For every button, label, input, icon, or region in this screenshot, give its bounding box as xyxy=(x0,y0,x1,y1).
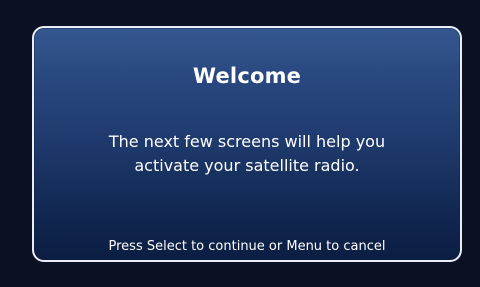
message-line-2: activate your satellite radio. xyxy=(134,156,360,175)
welcome-dialog: Welcome The next few screens will help y… xyxy=(32,26,462,262)
dialog-instruction: Press Select to continue or Menu to canc… xyxy=(108,239,386,254)
message-line-1: The next few screens will help you xyxy=(108,132,386,151)
radio-display-screen: Welcome The next few screens will help y… xyxy=(0,0,480,287)
dialog-message: The next few screens will help you activ… xyxy=(34,130,460,178)
dialog-title: Welcome xyxy=(192,64,302,88)
